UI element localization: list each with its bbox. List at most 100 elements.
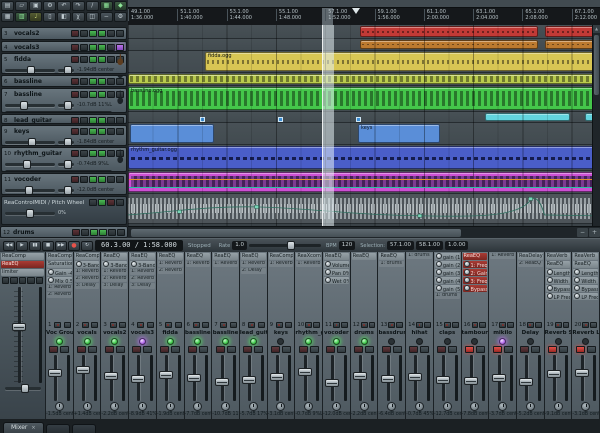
envelope-button[interactable]	[80, 91, 88, 98]
envelope-button[interactable]	[80, 56, 88, 63]
track-panel[interactable]: 6bassline	[1, 75, 127, 87]
fx-param-knob[interactable]: gain (2) 0.0	[435, 261, 460, 268]
fx-slot[interactable]: ReaEQ	[352, 253, 377, 260]
minimize-icon[interactable]: −	[100, 12, 113, 22]
arrange-track-lane[interactable]: fidda.ogg	[128, 51, 592, 73]
mute-button[interactable]	[132, 346, 141, 353]
monitor-button[interactable]	[396, 322, 403, 328]
mixer-strip[interactable]: ReaVerbReaEQLength 27msWidth 2.44Bypass …	[545, 252, 573, 419]
fader-handle[interactable]	[492, 374, 506, 382]
strip-name[interactable]: keys	[268, 329, 295, 337]
pan-knob[interactable]	[249, 402, 258, 411]
solo-button[interactable]	[282, 346, 291, 353]
mute-button[interactable]	[216, 346, 225, 353]
docker-tab[interactable]	[46, 424, 70, 433]
selection-start[interactable]: 57.1.00	[387, 241, 414, 250]
fader-handle[interactable]	[519, 378, 533, 386]
automation-node[interactable]	[200, 117, 205, 122]
media-item[interactable]	[360, 26, 538, 37]
crossfade-icon[interactable]: χ	[72, 12, 85, 22]
automation-node[interactable]	[278, 117, 283, 122]
record-arm-button[interactable]	[555, 322, 562, 328]
solo-button[interactable]	[60, 346, 69, 353]
record-arm-button[interactable]	[71, 30, 79, 37]
envelope-button[interactable]	[80, 150, 88, 157]
strip-name[interactable]: lead_guita	[240, 329, 267, 337]
volume-slider-thumb[interactable]	[27, 66, 35, 75]
fader-handle[interactable]	[436, 376, 450, 384]
track-name[interactable]: vocals2	[14, 30, 39, 37]
fx-slot[interactable]: ReaEQ	[213, 253, 238, 260]
monitor-button[interactable]	[341, 322, 348, 328]
edit-cursor[interactable]	[322, 25, 334, 226]
fx-button[interactable]	[89, 78, 97, 85]
arrange-track-lane[interactable]	[128, 171, 592, 194]
mute-button[interactable]	[548, 346, 557, 353]
pan-knob[interactable]	[193, 402, 202, 411]
channel-fader[interactable]	[160, 355, 181, 401]
volume-slider[interactable]	[5, 141, 55, 144]
play-button[interactable]: ▶	[16, 241, 28, 251]
mute-button[interactable]	[107, 30, 115, 37]
close-icon[interactable]: ×	[31, 423, 35, 433]
master-pan-slider[interactable]	[5, 387, 41, 390]
record-arm-button[interactable]	[333, 322, 340, 328]
mute-button[interactable]	[160, 346, 169, 353]
send-slot[interactable]: 1: drums	[379, 261, 404, 267]
pan-knob[interactable]	[332, 402, 341, 411]
media-item[interactable]	[485, 113, 570, 121]
mixer-strip[interactable]: ReaCompSaturationGain -4.40Mix 0.501: Re…	[46, 252, 74, 419]
monitor-button[interactable]	[175, 322, 182, 328]
monitor-button[interactable]	[98, 30, 106, 37]
envelope-button[interactable]	[80, 30, 88, 37]
volume-slider[interactable]	[5, 189, 55, 192]
fx-slot[interactable]: ReaVerb	[573, 253, 598, 260]
record-arm-button[interactable]	[71, 78, 79, 85]
channel-fader[interactable]	[271, 355, 292, 401]
repeat-button[interactable]: ↻	[81, 241, 93, 251]
fx-param-knob[interactable]: Length 469ms	[573, 269, 598, 276]
solo-button[interactable]	[116, 44, 124, 51]
fx-param-knob[interactable]: 3-Band EQ +0.1dB	[75, 261, 100, 268]
strip-name[interactable]: Reverb L	[572, 329, 599, 337]
fx-slot[interactable]: ReaEQ	[102, 253, 127, 260]
item-grouping-icon[interactable]: ▦	[100, 1, 113, 11]
send-slot[interactable]: 1: Reverb S	[490, 253, 515, 259]
fx-button[interactable]	[89, 150, 97, 157]
volume-slider[interactable]	[5, 104, 55, 107]
channel-fader[interactable]	[298, 355, 319, 401]
record-arm-button[interactable]	[71, 117, 79, 124]
fx-param-knob[interactable]: Volume -9.00	[324, 261, 349, 268]
stop-button[interactable]: ■	[42, 241, 54, 251]
selection-length[interactable]: 1.0.00	[445, 241, 469, 250]
mute-button[interactable]	[107, 128, 115, 135]
fader-handle[interactable]	[298, 368, 312, 376]
master-strip[interactable]: ReaCompReaEQlimiter	[0, 252, 46, 419]
channel-fader[interactable]	[326, 355, 347, 401]
fx-slot[interactable]: ReaComp	[1, 253, 44, 260]
track-name[interactable]: rhythm_guitar	[14, 150, 62, 157]
pan-knob[interactable]	[387, 402, 396, 411]
solo-button[interactable]	[254, 346, 263, 353]
solo-button[interactable]	[448, 346, 457, 353]
zoom-in-button[interactable]: +	[589, 228, 600, 237]
send-slot[interactable]: 1: Reverb S	[75, 269, 100, 275]
envelope-hide-button[interactable]	[89, 199, 97, 206]
record-arm-button[interactable]	[137, 322, 144, 328]
strip-name[interactable]: bassline	[185, 329, 212, 337]
arrange-track-lane[interactable]: bassline.ogg	[128, 86, 592, 112]
strip-name[interactable]: vocals	[74, 329, 101, 337]
track-name[interactable]: bassline	[14, 78, 42, 85]
track-panel[interactable]: 7bassline-10.7dB 11%L	[1, 88, 127, 113]
record-arm-button[interactable]	[71, 150, 79, 157]
fx-slot[interactable]: ReaEQ	[573, 261, 598, 268]
solo-button[interactable]	[88, 346, 97, 353]
mute-button[interactable]	[382, 346, 391, 353]
redo-icon[interactable]: ↷	[72, 1, 85, 11]
pan-knob[interactable]	[221, 402, 230, 411]
record-arm-button[interactable]	[220, 322, 227, 328]
send-slot[interactable]: 2: Reverb L	[158, 268, 183, 274]
selection-end[interactable]: 58.1.00	[416, 241, 443, 250]
tab-mixer[interactable]: Mixer×	[3, 422, 44, 433]
record-arm-button[interactable]	[582, 322, 589, 328]
